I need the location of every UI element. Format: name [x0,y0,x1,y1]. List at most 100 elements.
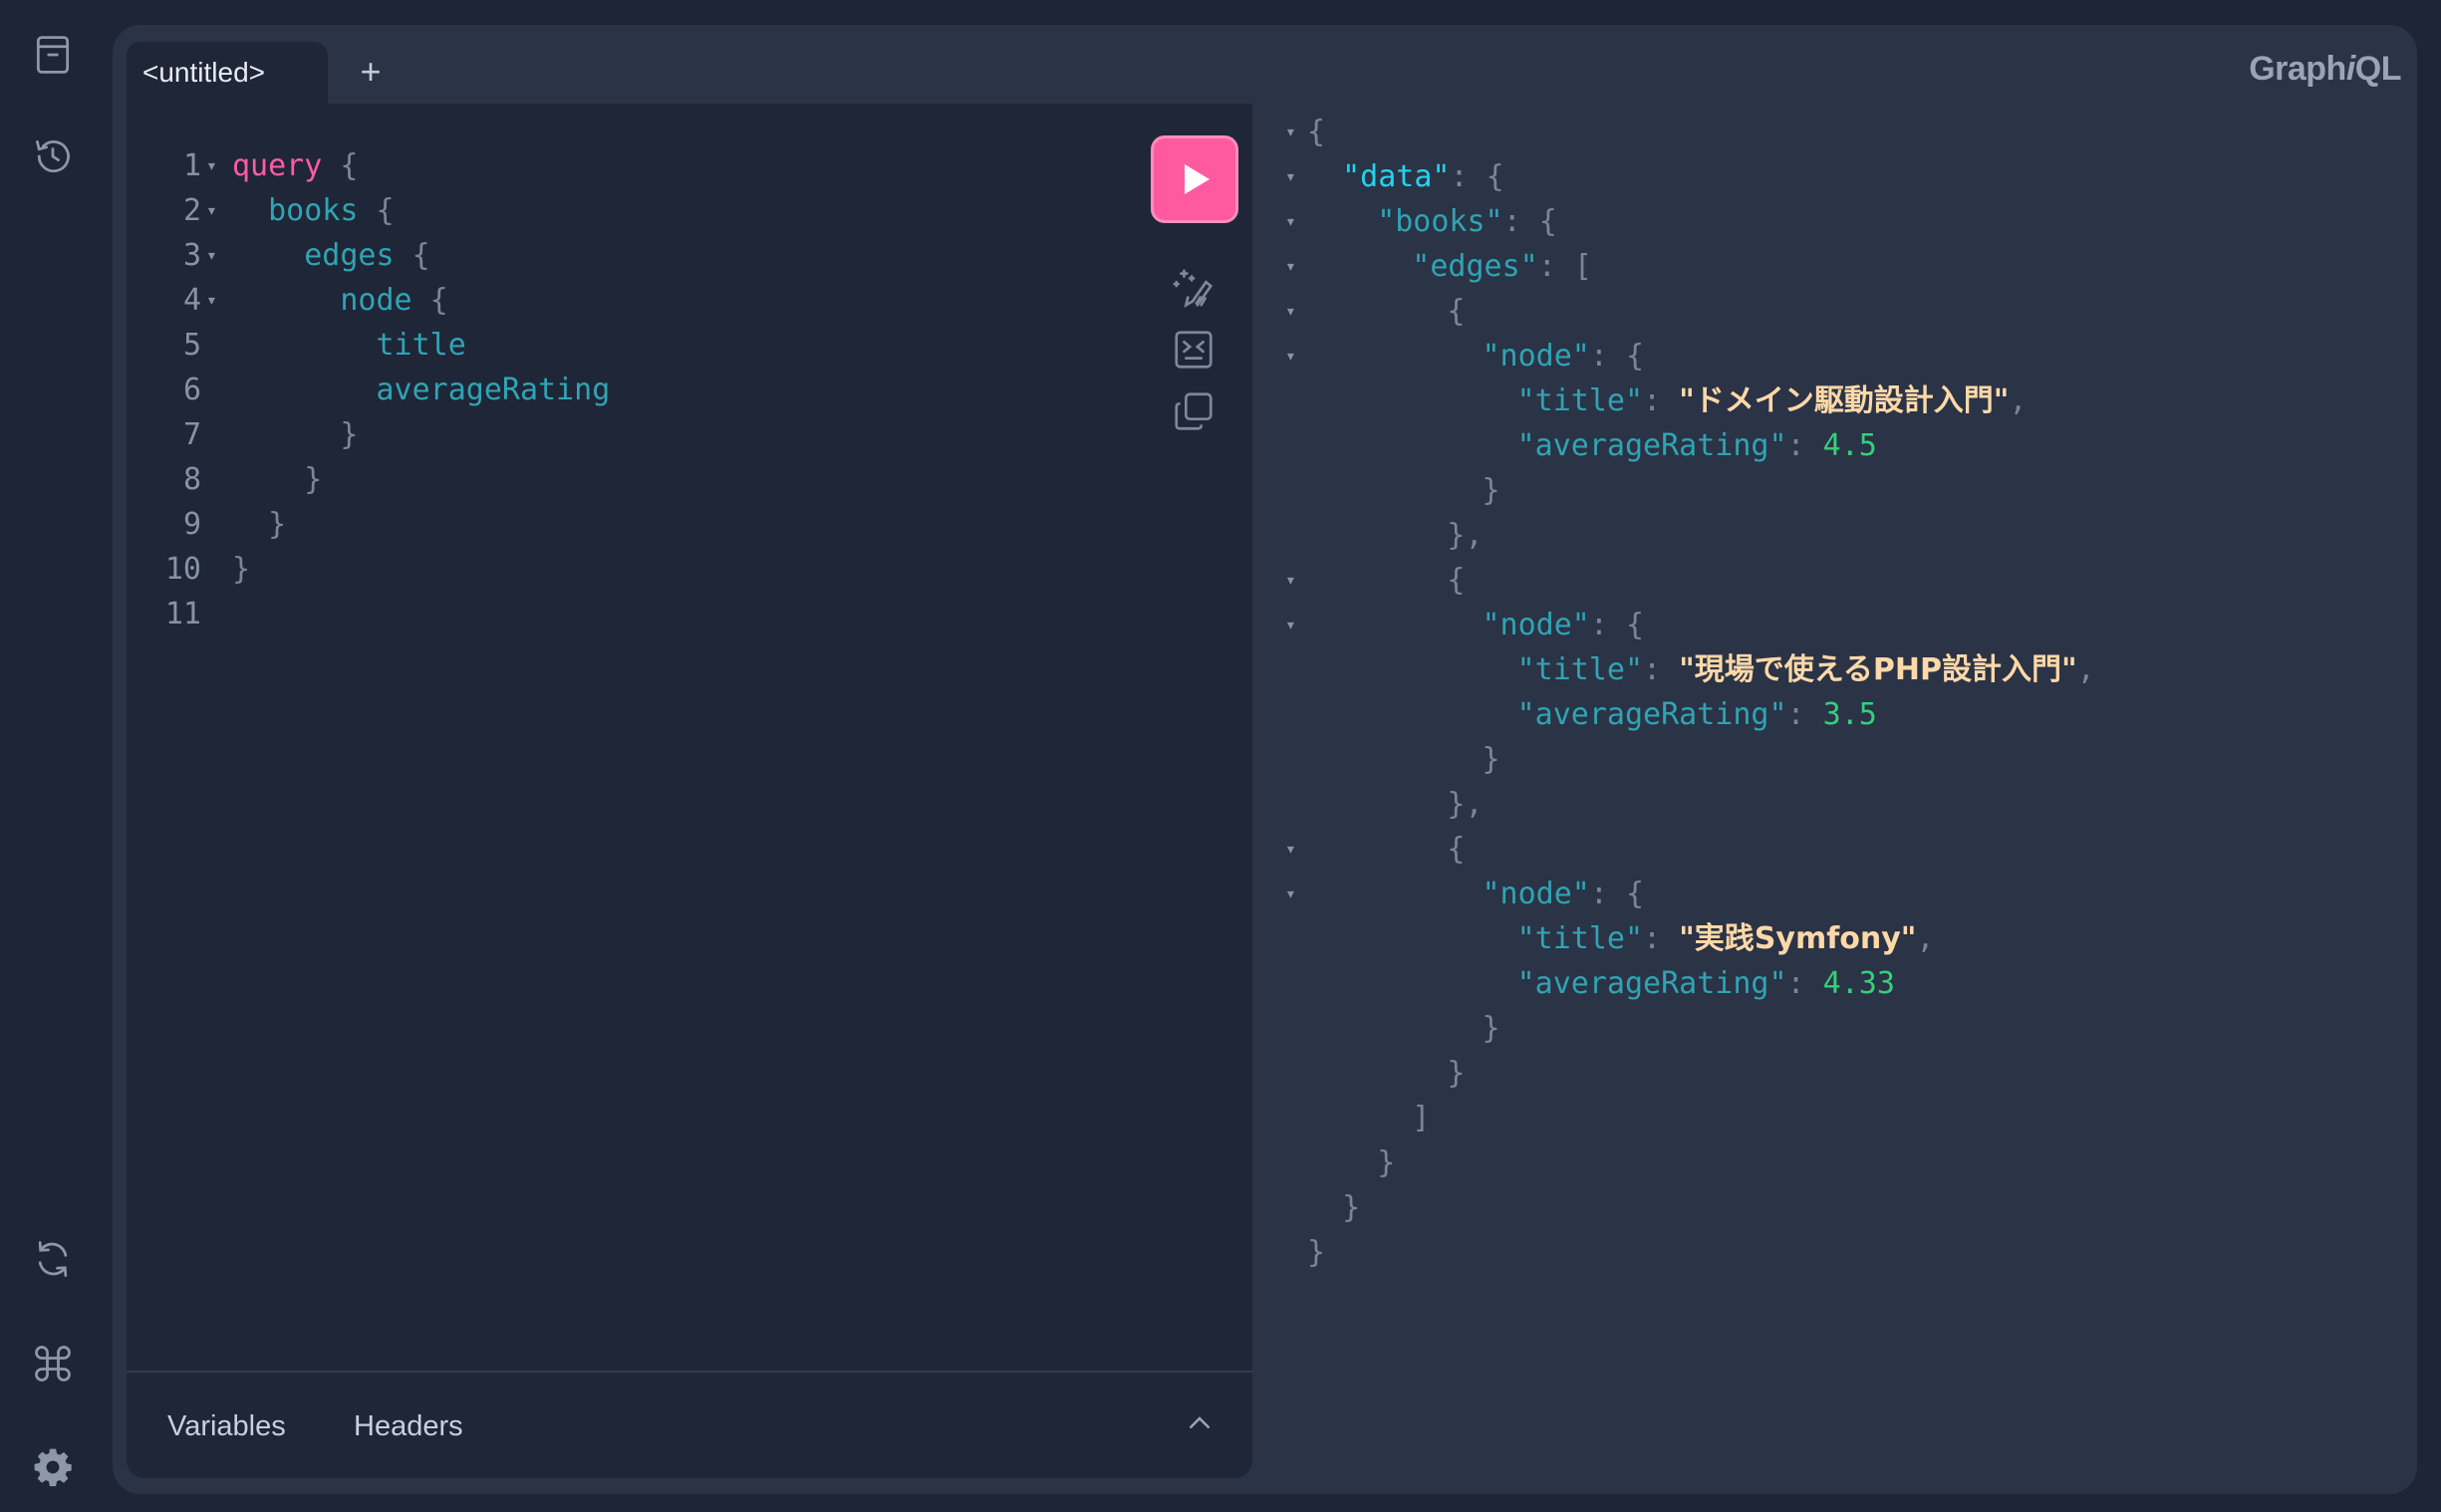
result-text: { [1447,827,1465,872]
copy-icon [1175,392,1213,430]
result-text: }, [1447,513,1483,558]
docs-icon [36,36,70,74]
code-text: } [232,457,322,502]
merge-fragments-button[interactable] [1166,322,1221,378]
result-token: 3.5 [1822,697,1877,732]
result-token: "node" [1482,339,1590,374]
query-editor[interactable]: 1 ▾ query {2 ▾ books {3 ▾ edges {4 ▾ node {5 … [127,104,1252,1478]
line-number: 6 [182,373,201,407]
fold-toggle-icon[interactable]: ▾ [1285,603,1296,647]
result-text: ] [1412,1096,1430,1140]
copy-query-button[interactable] [1166,383,1221,439]
result-token: } [1377,1145,1396,1180]
code-text: edges { [232,233,430,278]
result-token: : { [1589,339,1645,374]
refetch-schema-button[interactable] [22,1228,84,1290]
result-token: : { [1589,877,1645,911]
code-token: { [322,148,359,183]
result-text: "averageRating": 4.33 [1517,961,1895,1006]
fold-toggle-icon[interactable]: ▾ [1285,334,1296,378]
result-text: } [1377,1140,1395,1185]
result-token: } [1342,1190,1361,1225]
result-token: , [1916,921,1935,956]
code-token: { [394,238,430,273]
result-token: : { [1502,204,1557,239]
tab-label: <untitled> [142,57,265,88]
result-token: , [2076,652,2095,687]
result-token: { [1447,832,1466,867]
prettify-button[interactable] [1166,260,1221,316]
line-number: 5 [182,328,201,363]
result-token: 4.5 [1822,428,1877,463]
code-text: node { [232,278,447,323]
result-token: "averageRating" [1516,428,1787,463]
result-token: "data" [1342,159,1451,194]
line-number: 1 [182,148,201,183]
fold-toggle-icon[interactable]: ▾ [206,143,217,188]
code-token: title [232,328,466,363]
editor-tools-bar: Variables Headers [127,1371,1252,1478]
sidebar [0,0,106,1512]
result-text: "books": { [1377,199,1557,244]
fold-toggle-icon[interactable]: ▾ [206,188,217,233]
result-token: } [1482,473,1500,508]
line-number: 3 [182,238,201,273]
result-token: "ドメイン駆動設計入門" [1679,383,2010,418]
execute-query-button[interactable] [1151,135,1238,223]
fold-toggle-icon[interactable]: ▾ [1285,558,1296,603]
fold-toggle-icon[interactable]: ▾ [1285,289,1296,334]
result-token: }, [1447,518,1484,553]
result-token: } [1482,1011,1500,1046]
code-token: { [358,193,395,228]
code-text: } [232,412,358,457]
fold-toggle-icon[interactable]: ▾ [1285,199,1296,244]
settings-button[interactable] [22,1436,84,1498]
result-token: { [1307,115,1326,149]
fold-toggle-icon[interactable]: ▾ [1285,872,1296,916]
play-icon [1185,164,1210,194]
add-tab-button[interactable]: + [351,52,391,92]
fold-toggle-icon[interactable]: ▾ [206,233,217,278]
graphiql-logo: GraphiQL [2249,50,2401,89]
result-token: : [ [1537,249,1592,284]
line-number: 2 [182,193,201,228]
fold-toggle-icon[interactable]: ▾ [1285,154,1296,199]
brand-i: i [2345,50,2355,88]
chevron-up-icon[interactable] [1185,1408,1215,1438]
result-token: } [1482,742,1500,777]
tab-variables[interactable]: Variables [167,1410,286,1443]
result-token: "node" [1482,877,1590,911]
line-number: 7 [182,417,201,452]
tab-untitled[interactable]: <untitled> [127,42,328,104]
fold-toggle-icon[interactable]: ▾ [206,278,217,323]
result-text: "data": { [1342,154,1504,199]
result-token: , [2009,383,2028,418]
settings-icon [34,1448,72,1487]
result-token: : [1643,652,1680,687]
result-text: } [1342,1185,1360,1230]
result-token: "edges" [1412,249,1538,284]
result-token: "実践Symfony" [1679,921,1917,956]
result-token: "averageRating" [1516,697,1787,732]
fold-toggle-icon[interactable]: ▾ [1285,244,1296,289]
fold-toggle-icon[interactable]: ▾ [1285,110,1296,154]
result-token: : { [1589,608,1645,642]
result-text: "edges": [ [1412,244,1592,289]
refetch-schema-icon [38,1241,68,1277]
code-token: averageRating [232,373,611,407]
shortcuts-button[interactable] [22,1333,84,1394]
tab-headers[interactable]: Headers [354,1410,463,1443]
result-text: "node": { [1483,334,1645,378]
fold-toggle-icon[interactable]: ▾ [1285,827,1296,872]
history-icon [36,139,70,173]
result-token: : [1643,383,1680,418]
result-token: : [1643,921,1680,956]
result-text: "title": "ドメイン駆動設計入門", [1517,378,2028,423]
result-token: { [1447,294,1466,329]
docs-button[interactable] [22,24,84,86]
line-number: 8 [182,462,201,497]
code-text: books { [232,188,395,233]
line-number: 10 [164,552,201,587]
result-token: "title" [1516,921,1644,956]
history-button[interactable] [22,126,84,187]
